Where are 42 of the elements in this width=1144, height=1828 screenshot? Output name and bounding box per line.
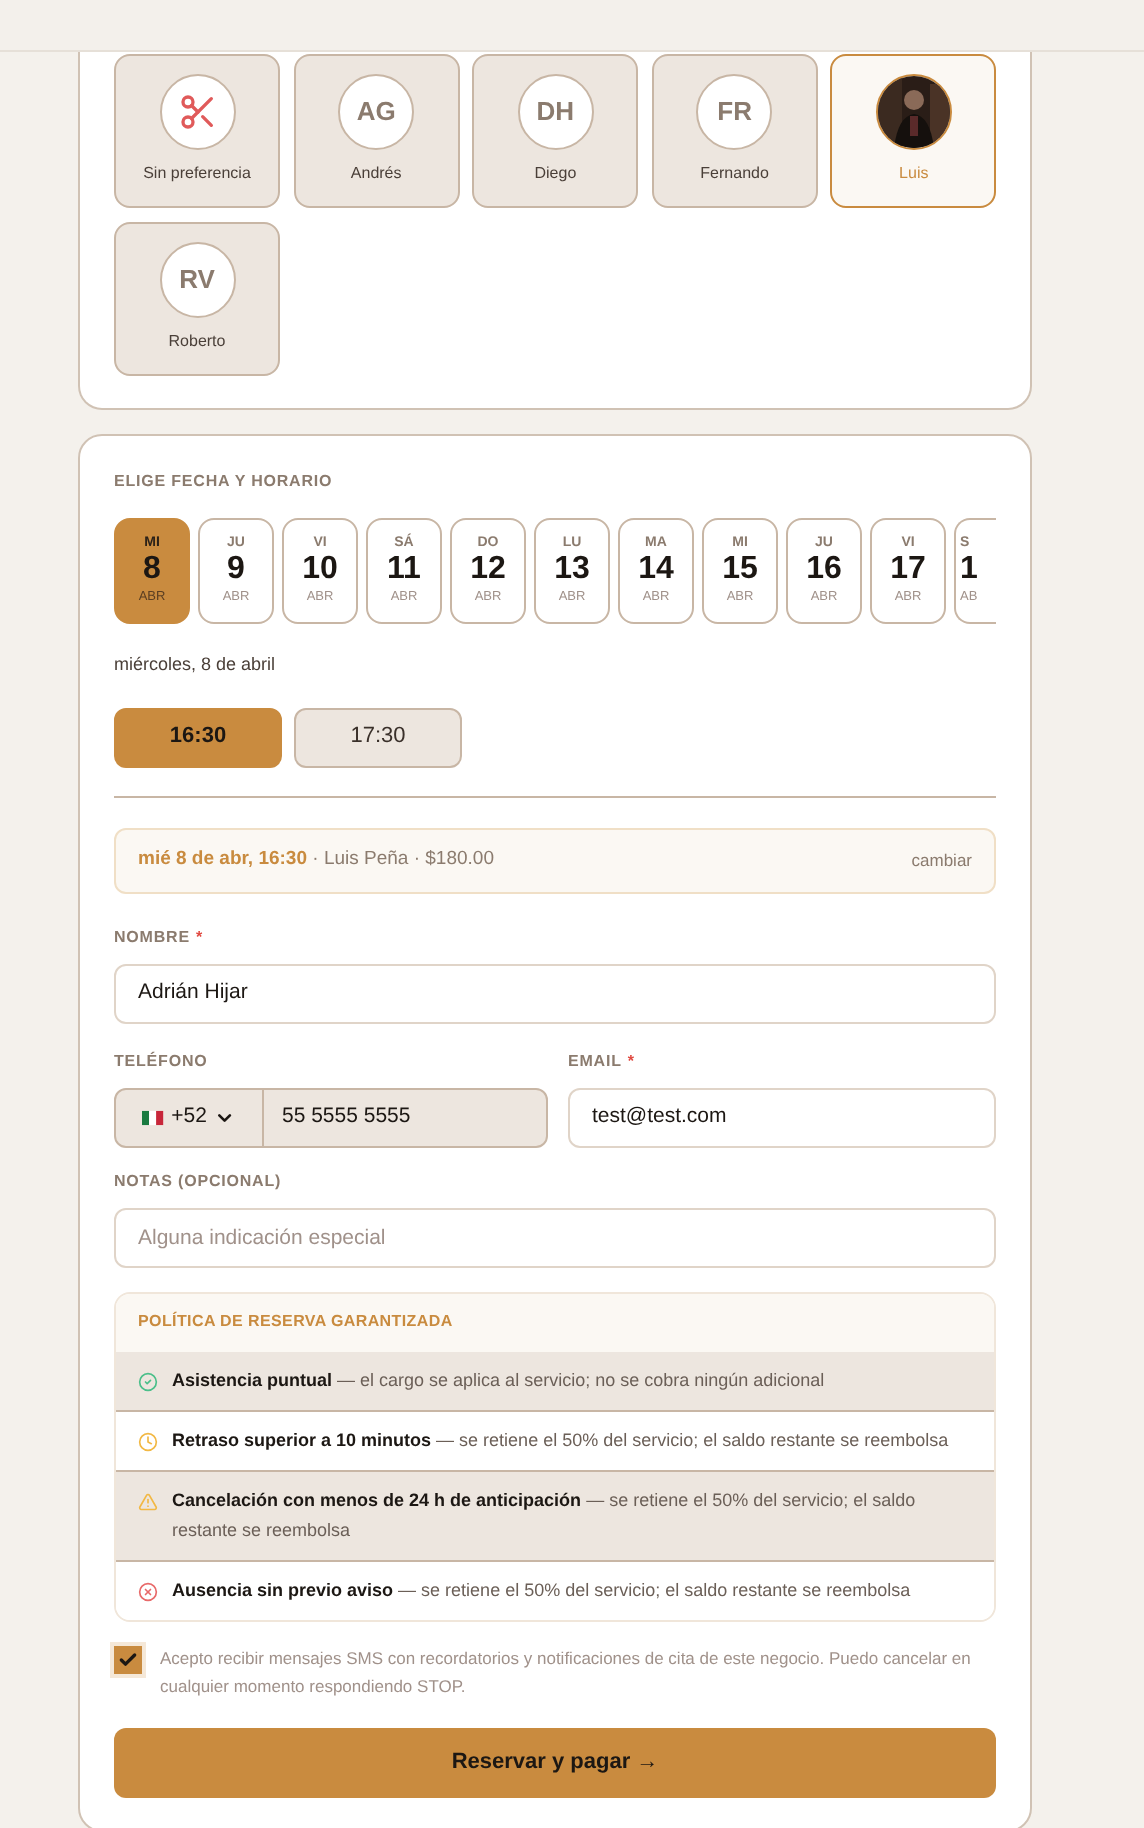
required-mark: * — [627, 1049, 635, 1073]
summary-text: mié 8 de abr, 16:30 · Luis Peña · $180.00 — [138, 845, 494, 874]
submit-button[interactable]: Reservar y pagar → — [114, 1727, 996, 1797]
country-code[interactable]: +52 — [171, 1101, 207, 1133]
scissors-icon — [177, 92, 217, 132]
selected-date: miércoles, 8 de abril — [114, 652, 278, 678]
clock-icon — [138, 1431, 158, 1451]
phone-field[interactable]: +52 55 5555 5555 — [114, 1087, 548, 1147]
field-label: EMAIL — [568, 1049, 622, 1073]
policy-text: Cancelación con menos de 24 h de anticipación — se retiene el 50% del servicio; el saldo restante se reembolsa — [172, 1487, 918, 1543]
policy-text: Asistencia puntual — el cargo se aplica al servicio; no se cobra ningún adicional — [172, 1367, 825, 1394]
check-circle-icon — [138, 1371, 158, 1391]
time-slot[interactable]: 16:30 — [114, 707, 282, 767]
section-title: ELIGE FECHA Y HORARIO — [114, 470, 335, 494]
x-circle-icon — [138, 1581, 158, 1601]
check-icon — [118, 1649, 138, 1669]
stylist-card[interactable]: Sin preferencia — [114, 54, 280, 208]
stylist-card[interactable]: FR Fernando — [651, 54, 818, 208]
policy-text: Retraso superior a 10 minutos — se retiene el 50% del servicio; el saldo restante se reembolsa — [172, 1427, 949, 1454]
required-mark: * — [195, 925, 203, 949]
stylist-card[interactable]: RV Roberto — [114, 222, 280, 376]
policy-title: POLÍTICA DE RESERVA GARANTIZADA — [116, 1293, 994, 1351]
phone-number: 55 5555 5555 — [280, 1101, 413, 1132]
stylist-card[interactable]: DH Diego — [472, 54, 639, 208]
change-link[interactable]: cambiar — [911, 847, 972, 873]
name-field[interactable]: Adrián Hijar — [114, 963, 996, 1023]
flag-icon — [142, 1109, 164, 1125]
sms-checkbox[interactable] — [114, 1645, 142, 1673]
stylist-initials: DH — [536, 94, 575, 131]
notes-field[interactable]: Alguna indicación especial — [114, 1207, 996, 1267]
field-label: TELÉFONO — [114, 1049, 208, 1073]
email-field[interactable]: test@test.com — [568, 1087, 996, 1147]
warning-icon — [138, 1491, 158, 1511]
stylist-initials: FR — [717, 94, 752, 131]
stylist-initials: AG — [356, 94, 396, 131]
field-label: NOTAS (OPCIONAL) — [114, 1169, 282, 1193]
policy-text: Ausencia sin previo aviso — se retiene el 50% del servicio; el saldo restante se reembolsa — [172, 1577, 911, 1604]
time-slot[interactable]: 17:30 — [294, 707, 462, 767]
sms-consent-text: Acepto recibir mensajes SMS con recordatorios y notificaciones de cita de este negocio. Puedo cancelar en cualquier momento respondiendo STOP. — [160, 1645, 973, 1699]
stylist-initials: RV — [179, 262, 215, 299]
field-label: NOMBRE — [114, 925, 190, 949]
stylist-card[interactable]: AG Andrés — [293, 54, 460, 208]
